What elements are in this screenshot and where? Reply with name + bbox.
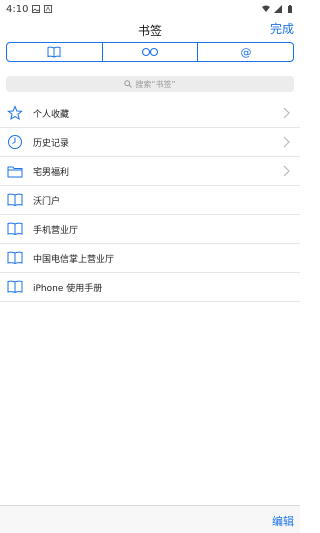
chevron-right-icon	[283, 136, 290, 148]
chevron-right-icon	[283, 165, 290, 177]
svg-text:@: @	[240, 46, 251, 58]
list-item-label: 历史记录	[33, 138, 70, 149]
segment-shared-links[interactable]: @	[198, 43, 293, 61]
chevron-right-icon	[283, 107, 290, 119]
list-item-label: 中国电信掌上营业厅	[33, 254, 115, 265]
folder-icon	[7, 166, 23, 178]
book-icon	[7, 251, 23, 265]
text-notification-icon	[44, 5, 53, 13]
status-left: 4:10	[6, 3, 53, 15]
list-item-label: 沃门户	[33, 196, 61, 207]
edit-button[interactable]: 编辑	[272, 513, 294, 529]
bottom-toolbar: 编辑	[0, 505, 300, 533]
list-item-label: 手机营业厅	[33, 225, 79, 236]
list-item-history[interactable]: 历史记录	[0, 128, 300, 157]
list-item-label: iPhone 使用手册	[33, 283, 103, 294]
search-icon	[124, 80, 133, 88]
segment-bookmarks[interactable]	[7, 43, 103, 61]
search-placeholder: 搜索“书签”	[135, 79, 176, 89]
book-icon	[47, 46, 61, 58]
segment-reading-list[interactable]	[103, 43, 199, 61]
wifi-icon	[262, 5, 270, 12]
search-bar[interactable]: 搜索“书签”	[6, 76, 294, 92]
book-icon	[7, 280, 23, 294]
at-icon: @	[240, 46, 251, 58]
list-item-bookmark[interactable]: iPhone 使用手册	[0, 273, 300, 302]
battery-icon	[288, 5, 292, 13]
book-icon	[7, 222, 23, 236]
segmented-control: @	[6, 42, 294, 62]
star-icon	[7, 105, 23, 121]
done-button[interactable]: 完成	[270, 20, 294, 37]
glasses-icon	[141, 47, 159, 57]
signal-icon	[274, 5, 282, 13]
status-right	[262, 5, 294, 13]
page-title: 书签	[137, 23, 162, 38]
list-item-folder[interactable]: 宅男福利	[0, 157, 300, 186]
list-item-label: 个人收藏	[33, 109, 70, 120]
list-item-label: 宅男福利	[33, 167, 70, 178]
status-time: 4:10	[6, 3, 29, 15]
list-item-bookmark[interactable]: 中国电信掌上营业厅	[0, 244, 300, 273]
book-icon	[7, 193, 23, 207]
clock-icon	[8, 135, 22, 149]
list-item-favorites[interactable]: 个人收藏	[0, 99, 300, 128]
list-item-bookmark[interactable]: 手机营业厅	[0, 215, 300, 244]
nav-bar: 书签 完成	[0, 18, 300, 42]
image-notification-icon	[32, 5, 41, 13]
bookmark-list: 个人收藏 历史记录 宅男福利 沃门户 手机营业厅 中国电信掌上营业厅 iPhon…	[0, 99, 300, 302]
status-bar: 4:10	[0, 0, 300, 18]
list-item-bookmark[interactable]: 沃门户	[0, 186, 300, 215]
